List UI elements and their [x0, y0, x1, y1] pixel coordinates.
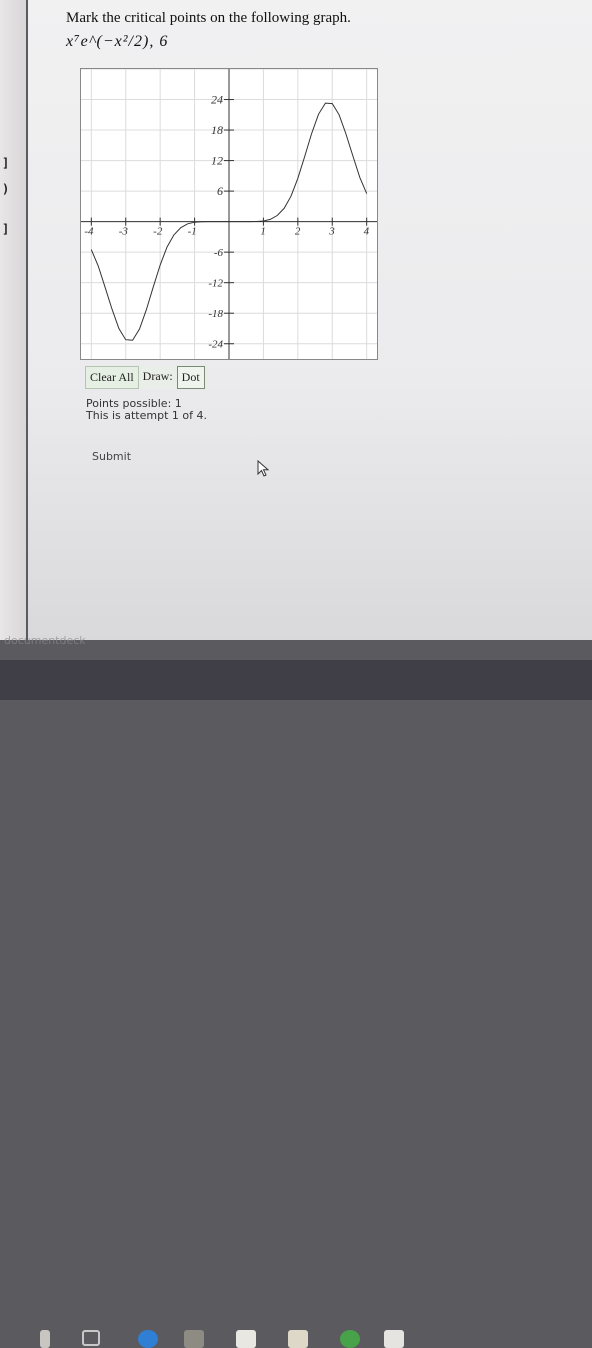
y-tick-label: 12 — [211, 154, 223, 168]
x-tick-label: 4 — [364, 226, 370, 238]
monitor-bezel: ] ) ] — [0, 0, 26, 640]
taskbar — [0, 660, 592, 1348]
task-view-icon[interactable] — [82, 1330, 100, 1346]
submit-button[interactable]: Submit — [92, 450, 131, 463]
y-tick-label: -18 — [208, 308, 223, 320]
x-tick-label: -4 — [84, 226, 94, 238]
store-icon[interactable] — [236, 1330, 256, 1348]
x-tick-label: 2 — [295, 226, 301, 238]
y-tick-label: 24 — [211, 93, 223, 107]
watermark: documentdeck — [4, 634, 86, 647]
mail-icon[interactable] — [288, 1330, 308, 1348]
clear-all-button[interactable]: Clear All — [85, 366, 139, 389]
edge-browser-icon[interactable] — [138, 1330, 158, 1348]
y-tick-label: -12 — [208, 278, 223, 290]
graph-canvas[interactable]: -4 -3 -2 -1 1 2 3 4 24 18 12 6 -6 -12 -18 -24 — [80, 68, 378, 360]
question-formula: x⁷e^(−x²/2), 6 — [66, 33, 169, 50]
x-tick-label: 1 — [260, 226, 266, 238]
file-explorer-icon[interactable] — [184, 1330, 204, 1348]
attempt-count: This is attempt 1 of 4. — [86, 409, 207, 422]
dot-tool-button[interactable]: Dot — [176, 366, 205, 389]
draw-label: Draw: — [138, 366, 177, 389]
page-edge-glyph: ] — [2, 222, 10, 236]
graph-toolbar: Clear All Draw: Dot — [85, 366, 205, 389]
page-edge-glyph: ] — [2, 156, 10, 170]
search-icon[interactable] — [40, 1330, 50, 1348]
question-prompt: Mark the critical points on the followin… — [66, 10, 351, 26]
y-tick-label: 18 — [211, 123, 223, 137]
y-tick-label: -24 — [208, 339, 223, 351]
x-tick-label: 3 — [328, 226, 335, 238]
x-tick-label: -2 — [153, 226, 163, 238]
app-icon[interactable] — [384, 1330, 404, 1348]
y-tick-label: -6 — [214, 247, 224, 259]
y-tick-label: 6 — [217, 184, 223, 198]
question-info: Points possible: 1 This is attempt 1 of … — [86, 398, 207, 422]
mouse-cursor-icon — [257, 460, 270, 477]
x-tick-label: -1 — [188, 226, 197, 238]
x-tick-labels: -4 -3 -2 -1 1 2 3 4 — [84, 217, 370, 238]
graph-svg[interactable]: -4 -3 -2 -1 1 2 3 4 2418126-6-12-18-24 — [81, 68, 377, 359]
question-block: Mark the critical points on the followin… — [66, 10, 351, 51]
chrome-icon[interactable] — [340, 1330, 360, 1348]
page-edge-glyph: ) — [2, 182, 10, 196]
x-tick-label: -3 — [119, 226, 129, 238]
